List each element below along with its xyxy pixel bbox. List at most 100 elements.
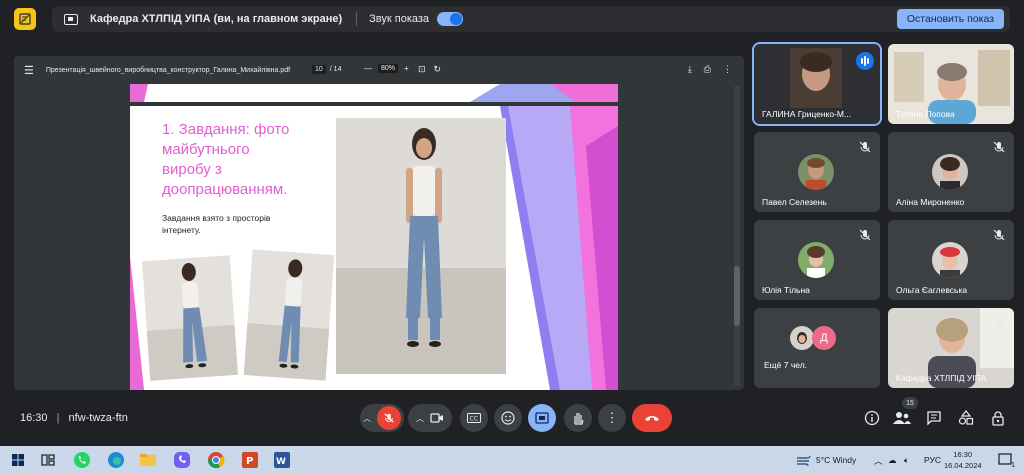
- mic-off-icon[interactable]: [377, 406, 401, 430]
- captions-button[interactable]: CC: [460, 404, 488, 432]
- participant-tile[interactable]: ГАЛИНА Гриценко-М...: [752, 42, 882, 126]
- slide-subtitle-line: інтернету.: [162, 225, 201, 235]
- slide: 1. Завдання: фото майбутнього виробу з д…: [130, 106, 618, 390]
- language-indicator[interactable]: РУС: [924, 455, 941, 465]
- weather-icon[interactable]: [794, 450, 814, 470]
- pdf-file-name: Презентація_швейного_виробництва_констру…: [45, 66, 291, 74]
- zoom-in-icon[interactable]: +: [404, 64, 409, 73]
- presenting-banner: Кафедра ХТЛПІД УІПА (ви, на главном экра…: [52, 6, 1010, 32]
- powerpoint-icon[interactable]: P: [240, 450, 260, 470]
- participant-name: Кафедра ХТЛПІД УІПА: [896, 373, 987, 383]
- participant-name: Ольга Єаглевська: [896, 285, 968, 295]
- info-separator: |: [56, 412, 60, 424]
- zoom-out-icon[interactable]: —: [364, 64, 372, 73]
- people-icon[interactable]: [892, 408, 912, 428]
- mic-control[interactable]: ︿: [360, 404, 404, 432]
- captions-icon: CC: [467, 413, 481, 423]
- more-options-button[interactable]: ⋮: [598, 404, 626, 432]
- more-avatars: Д: [790, 326, 836, 350]
- print-icon[interactable]: ⎙: [704, 64, 711, 75]
- svg-text:W: W: [276, 457, 286, 467]
- participant-tile[interactable]: Юлія Тільна: [754, 220, 880, 300]
- mic-off-icon: [993, 141, 1005, 153]
- chevron-up-icon[interactable]: ︿: [416, 413, 424, 424]
- windows-taskbar: P W 5°C Windy ︿ ☁ 🔈︎ РУС 16:30 16.04.202…: [0, 446, 1024, 474]
- meeting-info: 16:30 | nfw-twza-ftn: [20, 412, 128, 424]
- rotate-icon[interactable]: ↻: [434, 64, 442, 75]
- notifications-icon[interactable]: 1: [996, 451, 1015, 469]
- previous-page-fragment: [130, 84, 618, 102]
- notification-count: 1: [1011, 462, 1015, 469]
- more-options-icon[interactable]: ⋮: [723, 64, 732, 75]
- clock-time: 16:30: [20, 412, 48, 424]
- participant-name: Аліна Мироненко: [896, 197, 965, 207]
- taskbar-clock[interactable]: 16:30 16.04.2024: [944, 449, 982, 471]
- zoom-level[interactable]: 80%: [378, 64, 399, 73]
- slide-title-line: виробу з: [162, 161, 222, 178]
- leave-call-button[interactable]: [632, 404, 672, 432]
- slide-subtitle: Завдання взято з просторів інтернету.: [162, 212, 312, 236]
- participant-tile[interactable]: Ольга Єаглевська: [888, 220, 1014, 300]
- sound-toggle[interactable]: [437, 12, 464, 26]
- participant-avatar: [798, 242, 834, 278]
- page-indicator: 10 / 14: [312, 65, 341, 74]
- word-icon[interactable]: W: [272, 450, 292, 470]
- page-total: / 14: [329, 66, 342, 73]
- mic-off-icon: [993, 229, 1005, 241]
- model-photo-side: [243, 249, 335, 381]
- more-participants-tile[interactable]: Д Ещё 7 чел.: [754, 308, 880, 388]
- participant-initial-avatar: Д: [812, 326, 836, 350]
- viber-icon[interactable]: [172, 450, 192, 470]
- tray-chevron-up-icon[interactable]: ︿: [874, 455, 883, 467]
- whatsapp-icon[interactable]: [72, 450, 92, 470]
- host-controls-icon[interactable]: [988, 408, 1008, 428]
- present-button[interactable]: [528, 404, 556, 432]
- menu-icon[interactable]: ☰: [24, 64, 34, 77]
- fit-page-icon[interactable]: ⊡: [418, 64, 426, 75]
- participant-name: Юлія Тільна: [762, 285, 810, 295]
- participant-avatar: [798, 154, 834, 190]
- file-explorer-icon[interactable]: [138, 450, 158, 470]
- participant-tile[interactable]: Кафедра ХТЛПІД УІПА: [888, 308, 1014, 388]
- download-icon[interactable]: ⤓: [688, 64, 692, 75]
- slide-title-line: 1. Завдання: фото: [162, 121, 290, 138]
- zoom-controls: — 80% +: [364, 64, 409, 73]
- camera-icon[interactable]: [430, 412, 444, 424]
- taskbar-clock-date: 16.04.2024: [944, 461, 982, 470]
- mic-off-icon: [859, 141, 871, 153]
- reactions-button[interactable]: [494, 404, 522, 432]
- participant-name: ГАЛИНА Гриценко-М...: [762, 109, 852, 119]
- hang-up-icon: [645, 416, 659, 421]
- meeting-details-icon[interactable]: [862, 408, 882, 428]
- camera-control[interactable]: ︿: [408, 404, 452, 432]
- stop-presenting-button[interactable]: Остановить показ: [896, 9, 1004, 29]
- slide-title: 1. Завдання: фото майбутнього виробу з д…: [162, 120, 332, 200]
- taskbar-clock-time: 16:30: [953, 450, 973, 459]
- windows-start-icon[interactable]: [8, 450, 28, 470]
- activities-icon[interactable]: [956, 408, 976, 428]
- chevron-up-icon[interactable]: ︿: [363, 413, 371, 424]
- more-participants-label: Ещё 7 чел.: [764, 360, 808, 370]
- page-input[interactable]: 10: [312, 65, 326, 74]
- raise-hand-icon: [574, 413, 584, 425]
- task-view-icon[interactable]: [38, 450, 58, 470]
- participant-tile[interactable]: Аліна Мироненко: [888, 132, 1014, 212]
- raise-hand-button[interactable]: [564, 404, 592, 432]
- present-screen-icon: [64, 13, 78, 25]
- volume-icon[interactable]: 🔈︎: [904, 455, 909, 466]
- participant-tile[interactable]: Тетяна Попова: [888, 44, 1014, 124]
- presentation-pane: ☰ Презентація_швейного_виробництва_конст…: [14, 56, 744, 390]
- onedrive-icon[interactable]: ☁: [888, 455, 897, 466]
- edge-browser-icon[interactable]: [106, 450, 126, 470]
- emoji-icon: [501, 411, 515, 425]
- pdf-scrollbar-thumb[interactable]: [734, 266, 740, 326]
- chat-icon[interactable]: [924, 408, 944, 428]
- svg-text:CC: CC: [470, 416, 478, 423]
- model-photo-main: [336, 118, 506, 374]
- chrome-icon[interactable]: [206, 450, 226, 470]
- participant-tile[interactable]: Павел Селезень: [754, 132, 880, 212]
- pdf-scrollbar[interactable]: [734, 86, 740, 386]
- app-notes-icon[interactable]: [14, 8, 36, 30]
- slide-title-line: майбутнього: [162, 141, 250, 158]
- weather-text[interactable]: 5°C Windy: [816, 455, 856, 465]
